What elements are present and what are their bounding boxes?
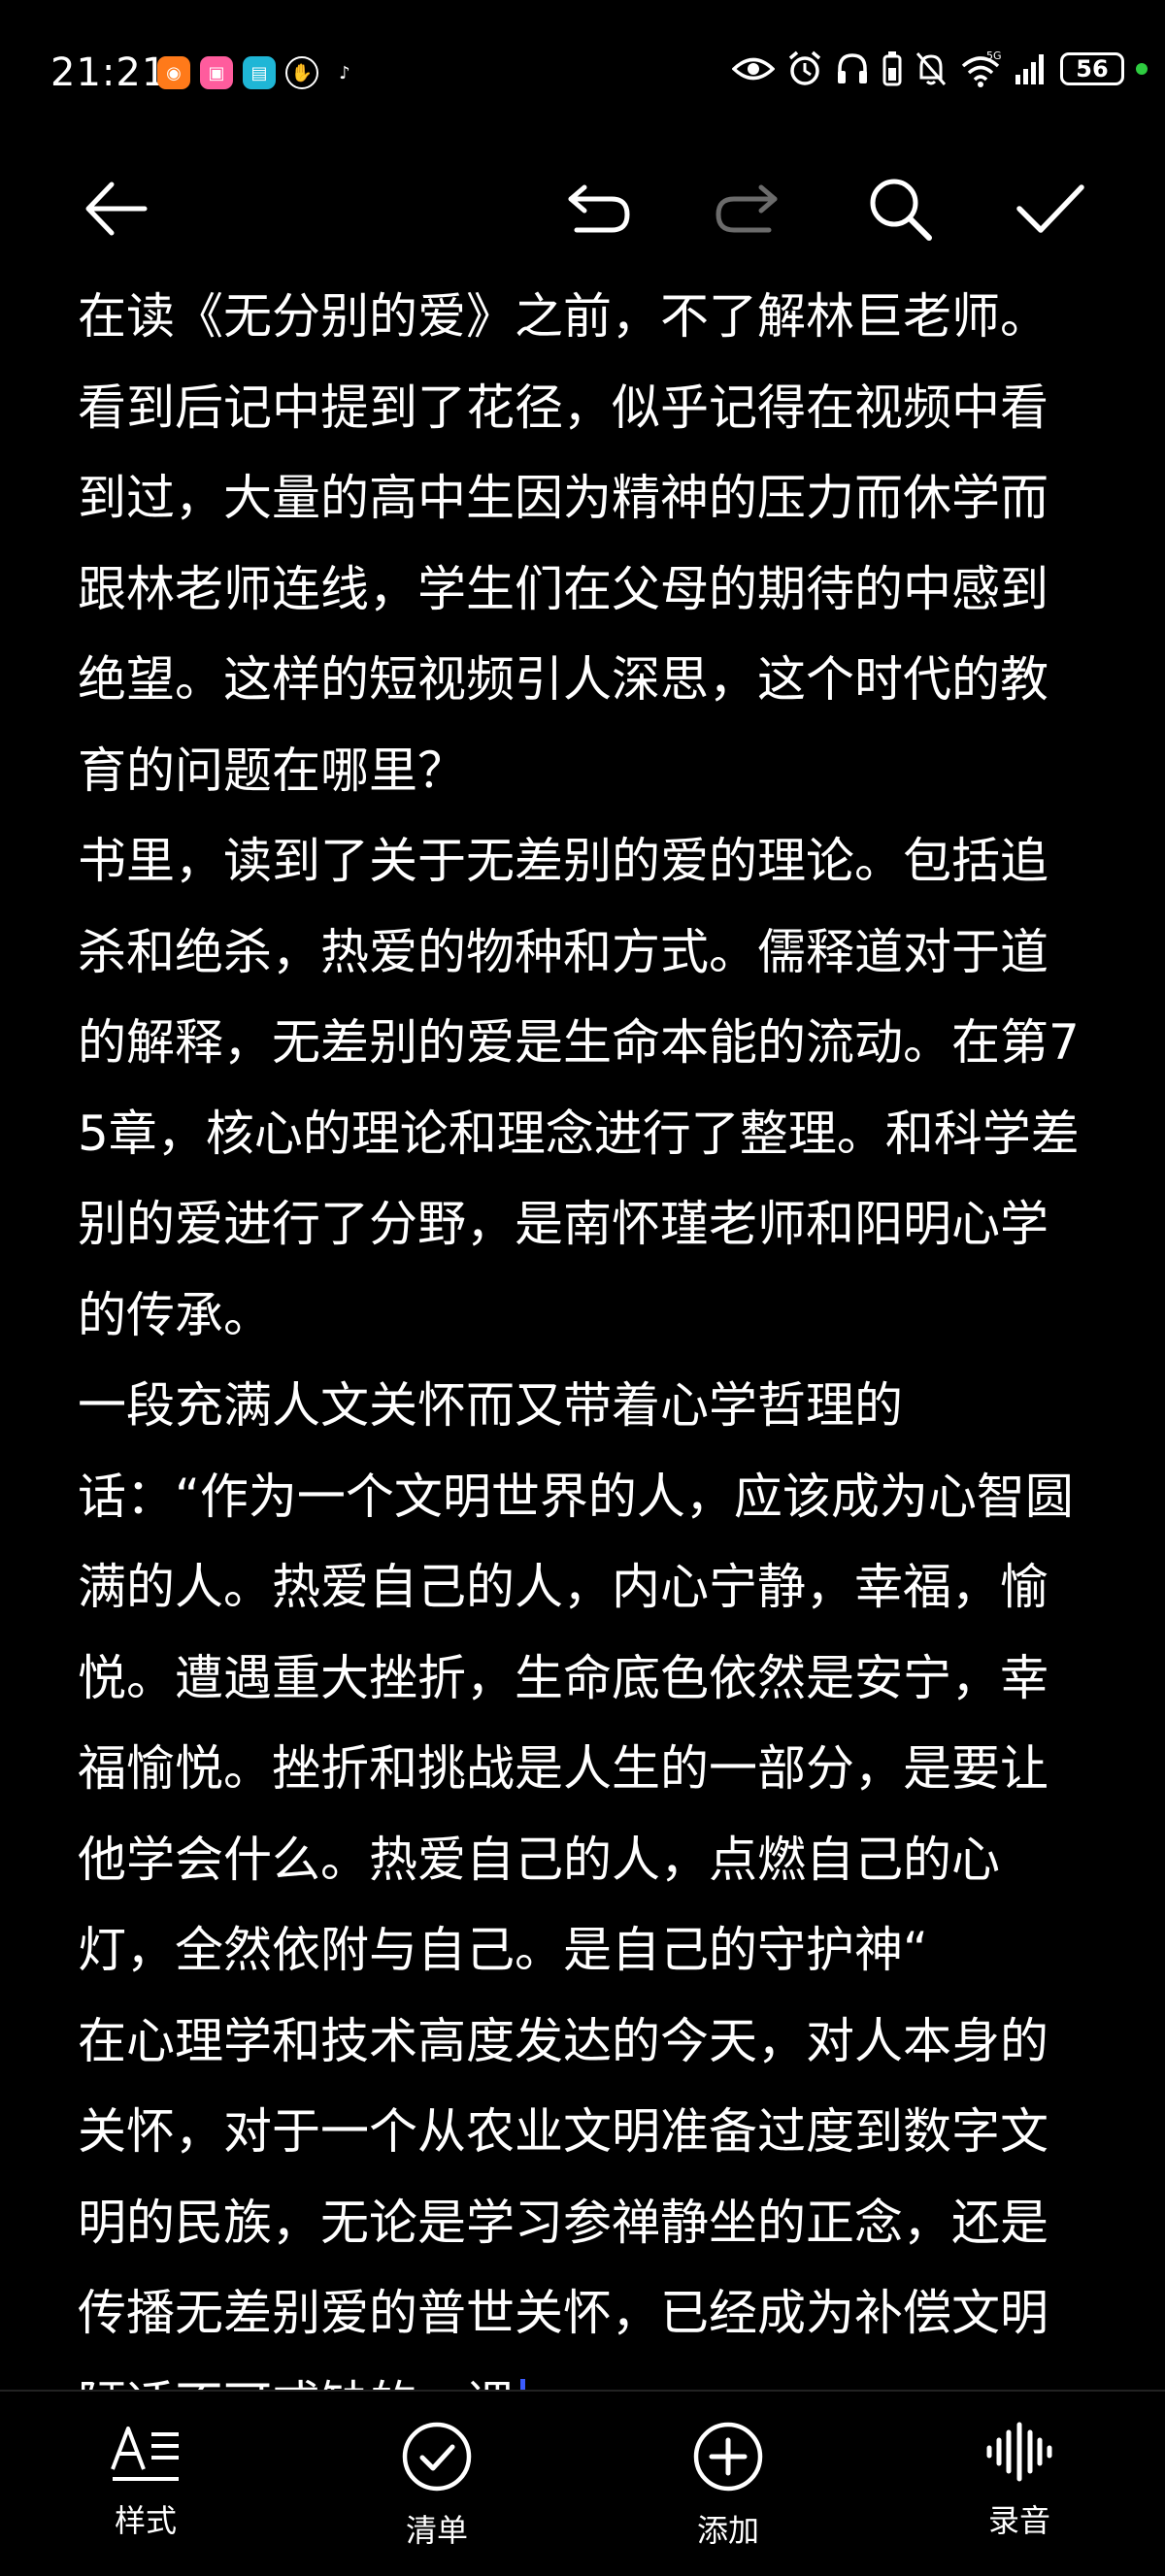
checklist-icon (402, 2422, 472, 2492)
checklist-button[interactable]: 清单 (359, 2421, 515, 2551)
signal-icon (1014, 51, 1048, 86)
paragraph-1[interactable]: 在读《无分别的爱》之前，不了解林巨老师。看到后记中提到了花径，似乎记得在视频中看… (78, 272, 1087, 816)
battery-indicator: 56 (1060, 52, 1124, 85)
note-editor[interactable]: 在读《无分别的爱》之前，不了解林巨老师。看到后记中提到了花径，似乎记得在视频中看… (78, 272, 1087, 2390)
status-time: 21:21 (50, 50, 168, 95)
text-style-icon (111, 2427, 179, 2481)
search-icon (870, 179, 932, 241)
status-bar: 21:21 ◉ ▣ ▤ ✋ ♪ 5G 56 (0, 0, 1165, 146)
paragraph-5-text: 在心理学和技术高度发达的今天，对人本身的关怀，对于一个从农业文明准备过度到数字文… (78, 2012, 1048, 2391)
svg-text:5G: 5G (986, 50, 1002, 62)
add-button[interactable]: 添加 (650, 2421, 806, 2551)
paragraph-4[interactable]: 话：“作为一个文明世界的人，应该成为心智圆满的人。热爱自己的人，内心宁静，幸福，… (78, 1452, 1087, 1997)
confirm-button[interactable] (1007, 165, 1094, 252)
check-icon (1016, 184, 1084, 233)
style-label: 样式 (114, 2502, 177, 2539)
redo-button[interactable] (703, 165, 790, 252)
taobao-icon: ◉ (157, 56, 190, 89)
paragraph-5[interactable]: 在心理学和技术高度发达的今天，对人本身的关怀，对于一个从农业文明准备过度到数字文… (78, 1997, 1087, 2391)
add-circle-icon (693, 2422, 763, 2492)
voice-record-label: 录音 (987, 2502, 1050, 2539)
voice-record-button[interactable]: 录音 (942, 2421, 1097, 2541)
undo-icon (568, 184, 630, 233)
back-button[interactable] (71, 165, 158, 252)
paragraph-3[interactable]: 一段充满人文关怀而又带着心学哲理的 (78, 1361, 1087, 1452)
mute-icon (915, 50, 948, 87)
style-button[interactable]: 样式 (68, 2421, 223, 2541)
reader-icon: ▤ (243, 56, 276, 89)
bilibili-icon: ▣ (200, 56, 233, 89)
add-label: 添加 (696, 2512, 759, 2549)
alarm-icon (786, 50, 823, 87)
voice-record-icon (986, 2422, 1052, 2482)
redo-icon (716, 184, 778, 233)
search-button[interactable] (856, 165, 944, 252)
system-status-icons: 5G 56 (732, 50, 1148, 87)
text-cursor (520, 2379, 525, 2390)
eye-icon (732, 54, 775, 83)
charging-dot (1136, 63, 1148, 75)
wifi-icon: 5G (959, 50, 1002, 87)
undo-button[interactable] (555, 165, 643, 252)
back-arrow-icon (85, 182, 148, 236)
battery-saver-icon (882, 50, 903, 87)
editor-toolbar (0, 146, 1165, 272)
bottom-action-bar: 样式 清单 添加 录音 (0, 2390, 1165, 2576)
checklist-label: 清单 (405, 2512, 468, 2549)
tiktok-icon: ♪ (328, 56, 361, 89)
hand-icon: ✋ (285, 56, 318, 89)
headphones-icon (835, 51, 870, 86)
notification-app-icons: ◉ ▣ ▤ ✋ ♪ (157, 56, 361, 89)
paragraph-2[interactable]: 书里，读到了关于无差别的爱的理论。包括追杀和绝杀，热爱的物种和方式。儒释道对于道… (78, 816, 1087, 1361)
